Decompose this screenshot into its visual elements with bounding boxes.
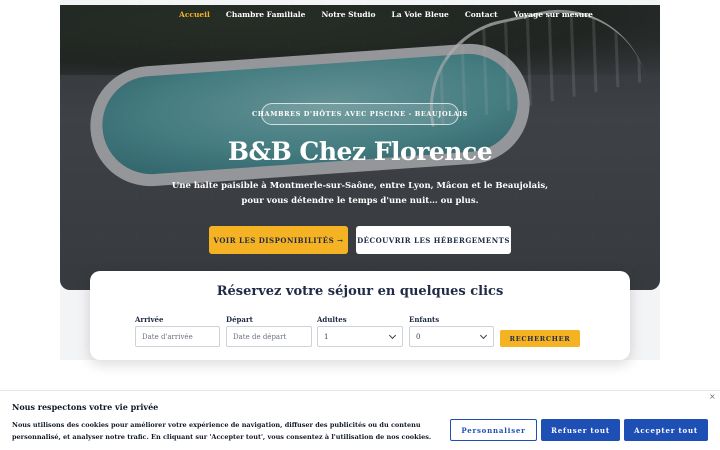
nav-item-accueil[interactable]: Accueil bbox=[179, 10, 210, 19]
departure-label: Départ bbox=[226, 315, 253, 324]
booking-widget: Réservez votre séjour en quelques clics … bbox=[90, 271, 630, 360]
adults-select[interactable]: 1 bbox=[317, 326, 403, 347]
children-select[interactable]: 0 bbox=[409, 326, 494, 347]
adults-label: Adultes bbox=[317, 315, 347, 324]
main-nav: Accueil Chambre Familiale Notre Studio L… bbox=[179, 10, 593, 19]
discover-rooms-button[interactable]: DÉCOUVRIR LES HÉBERGEMENTS bbox=[356, 226, 511, 254]
chevron-down-icon bbox=[388, 331, 397, 339]
customize-button[interactable]: Personnaliser bbox=[450, 419, 537, 441]
refuse-all-button[interactable]: Refuser tout bbox=[541, 419, 620, 441]
availability-button[interactable]: VOIR LES DISPONIBILITÉS → bbox=[209, 226, 348, 254]
nav-item-chambre-familiale[interactable]: Chambre Familiale bbox=[226, 10, 306, 19]
cookie-banner: × Nous respectons votre vie privée Nous … bbox=[0, 390, 720, 450]
hero-title: B&B Chez Florence bbox=[227, 137, 493, 166]
children-label: Enfants bbox=[409, 315, 440, 324]
nav-item-notre-studio[interactable]: Notre Studio bbox=[321, 10, 375, 19]
adults-value: 1 bbox=[324, 332, 329, 341]
hero-tagline-badge: CHAMBRES D'HÔTES AVEC PISCINE - BEAUJOLA… bbox=[252, 103, 467, 125]
cookie-text: Nous utilisons des cookies pour améliore… bbox=[12, 421, 432, 441]
nav-item-la-voie-bleue[interactable]: La Voie Bleue bbox=[392, 10, 449, 19]
booking-title: Réservez votre séjour en quelques clics bbox=[216, 284, 504, 299]
hero-subtitle: Une halte paisible à Montmerle-sur-Saône… bbox=[171, 181, 549, 206]
cookie-title: Nous respectons votre vie privée bbox=[12, 402, 159, 412]
accept-all-button[interactable]: Accepter tout bbox=[624, 419, 708, 441]
nav-item-voyage-sur-mesure[interactable]: Voyage sur mesure bbox=[514, 10, 593, 19]
search-button[interactable]: RECHERCHER bbox=[500, 330, 580, 347]
children-value: 0 bbox=[416, 332, 421, 341]
close-icon[interactable]: × bbox=[709, 392, 716, 401]
arrival-label: Arrivée bbox=[135, 315, 164, 324]
departure-date-field[interactable]: Date de départ bbox=[226, 326, 312, 347]
nav-item-contact[interactable]: Contact bbox=[465, 10, 498, 19]
chevron-down-icon bbox=[479, 331, 488, 339]
arrival-date-field[interactable]: Date d'arrivée bbox=[135, 326, 220, 347]
